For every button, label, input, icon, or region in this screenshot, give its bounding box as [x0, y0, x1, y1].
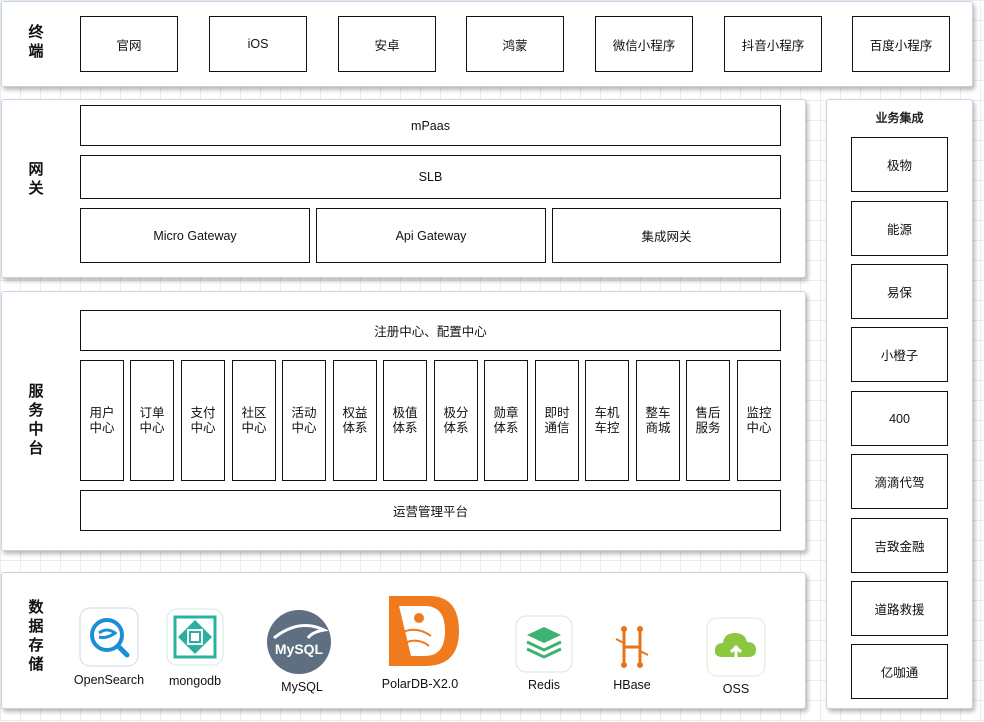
storage-layer-label: 数据存储 [28, 599, 44, 673]
terminal-layer-label: 终端 [28, 24, 44, 60]
terminal-harmony: 鸿蒙 [466, 16, 564, 72]
gateway-layer: 网关 mPaas SLB Micro Gateway Api Gateway 集… [1, 99, 806, 278]
gateway-api: Api Gateway [316, 208, 546, 263]
integration-didi-daijia: 滴滴代驾 [851, 454, 948, 509]
terminal-douyin-miniapp: 抖音小程序 [724, 16, 822, 72]
service-registry-config: 注册中心、配置中心 [80, 310, 781, 351]
module-vehicle-mall: 整车商城 [636, 360, 680, 481]
redis-icon [515, 615, 573, 673]
service-layer-label: 服务中台 [28, 383, 44, 457]
terminal-baidu-miniapp: 百度小程序 [852, 16, 950, 72]
terminal-wechat-miniapp: 微信小程序 [595, 16, 693, 72]
gateway-integration: 集成网关 [552, 208, 781, 263]
mysql-logo-text: MySQL [275, 641, 324, 657]
module-after-sales: 售后服务 [686, 360, 730, 481]
module-vehicle-control: 车机车控 [585, 360, 629, 481]
module-activity-center: 活动中心 [282, 360, 326, 481]
terminal-official-site: 官网 [80, 16, 178, 72]
storage-opensearch-label: OpenSearch [73, 673, 145, 687]
storage-mysql-label: MySQL [281, 680, 323, 694]
storage-polardb-label: PolarDB-X2.0 [381, 677, 459, 691]
gateway-micro: Micro Gateway [80, 208, 310, 263]
gateway-layer-label: 网关 [28, 161, 44, 197]
integration-xiaochengzi: 小橙子 [851, 327, 948, 382]
service-ops-platform: 运营管理平台 [80, 490, 781, 531]
storage-layer: 数据存储 OpenSearch mongodb MySQL MySQL Pola… [1, 572, 806, 709]
polardb-icon [389, 596, 459, 666]
terminal-layer: 终端 官网 iOS 安卓 鸿蒙 微信小程序 抖音小程序 百度小程序 [1, 1, 973, 87]
hbase-icon [615, 626, 649, 668]
module-value-system: 极值体系 [383, 360, 427, 481]
mongodb-icon [166, 608, 224, 666]
integration-jiwu: 极物 [851, 137, 948, 192]
module-community-center: 社区中心 [232, 360, 276, 481]
module-order-center: 订单中心 [130, 360, 174, 481]
storage-hbase-label: HBase [613, 678, 651, 692]
integration-panel: 业务集成 极物 能源 易保 小橙子 400 滴滴代驾 吉致金融 道路救援 亿咖通 [826, 99, 973, 709]
integration-ecarx: 亿咖通 [851, 644, 948, 699]
module-medal-system: 勋章体系 [484, 360, 528, 481]
module-instant-messaging: 即时通信 [535, 360, 579, 481]
integration-400: 400 [851, 391, 948, 446]
module-user-center: 用户中心 [80, 360, 124, 481]
gateway-slb: SLB [80, 155, 781, 199]
integration-energy: 能源 [851, 201, 948, 256]
storage-oss-label: OSS [722, 682, 750, 696]
storage-mongodb-label: mongodb [168, 674, 222, 688]
opensearch-icon [79, 607, 139, 667]
integration-road-rescue: 道路救援 [851, 581, 948, 636]
module-payment-center: 支付中心 [181, 360, 225, 481]
mysql-icon: MySQL [267, 610, 331, 674]
terminal-android: 安卓 [338, 16, 436, 72]
gateway-mpaas: mPaas [80, 105, 781, 146]
service-layer: 服务中台 注册中心、配置中心 用户中心 订单中心 支付中心 社区中心 活动中心 … [1, 291, 806, 551]
module-rights-system: 权益体系 [333, 360, 377, 481]
oss-icon [706, 617, 766, 677]
module-monitoring-center: 监控中心 [737, 360, 781, 481]
terminal-ios: iOS [209, 16, 307, 72]
integration-title: 业务集成 [875, 111, 924, 125]
storage-redis-label: Redis [528, 678, 560, 692]
module-points-system: 极分体系 [434, 360, 478, 481]
integration-yibao: 易保 [851, 264, 948, 319]
integration-jizhi-finance: 吉致金融 [851, 518, 948, 573]
